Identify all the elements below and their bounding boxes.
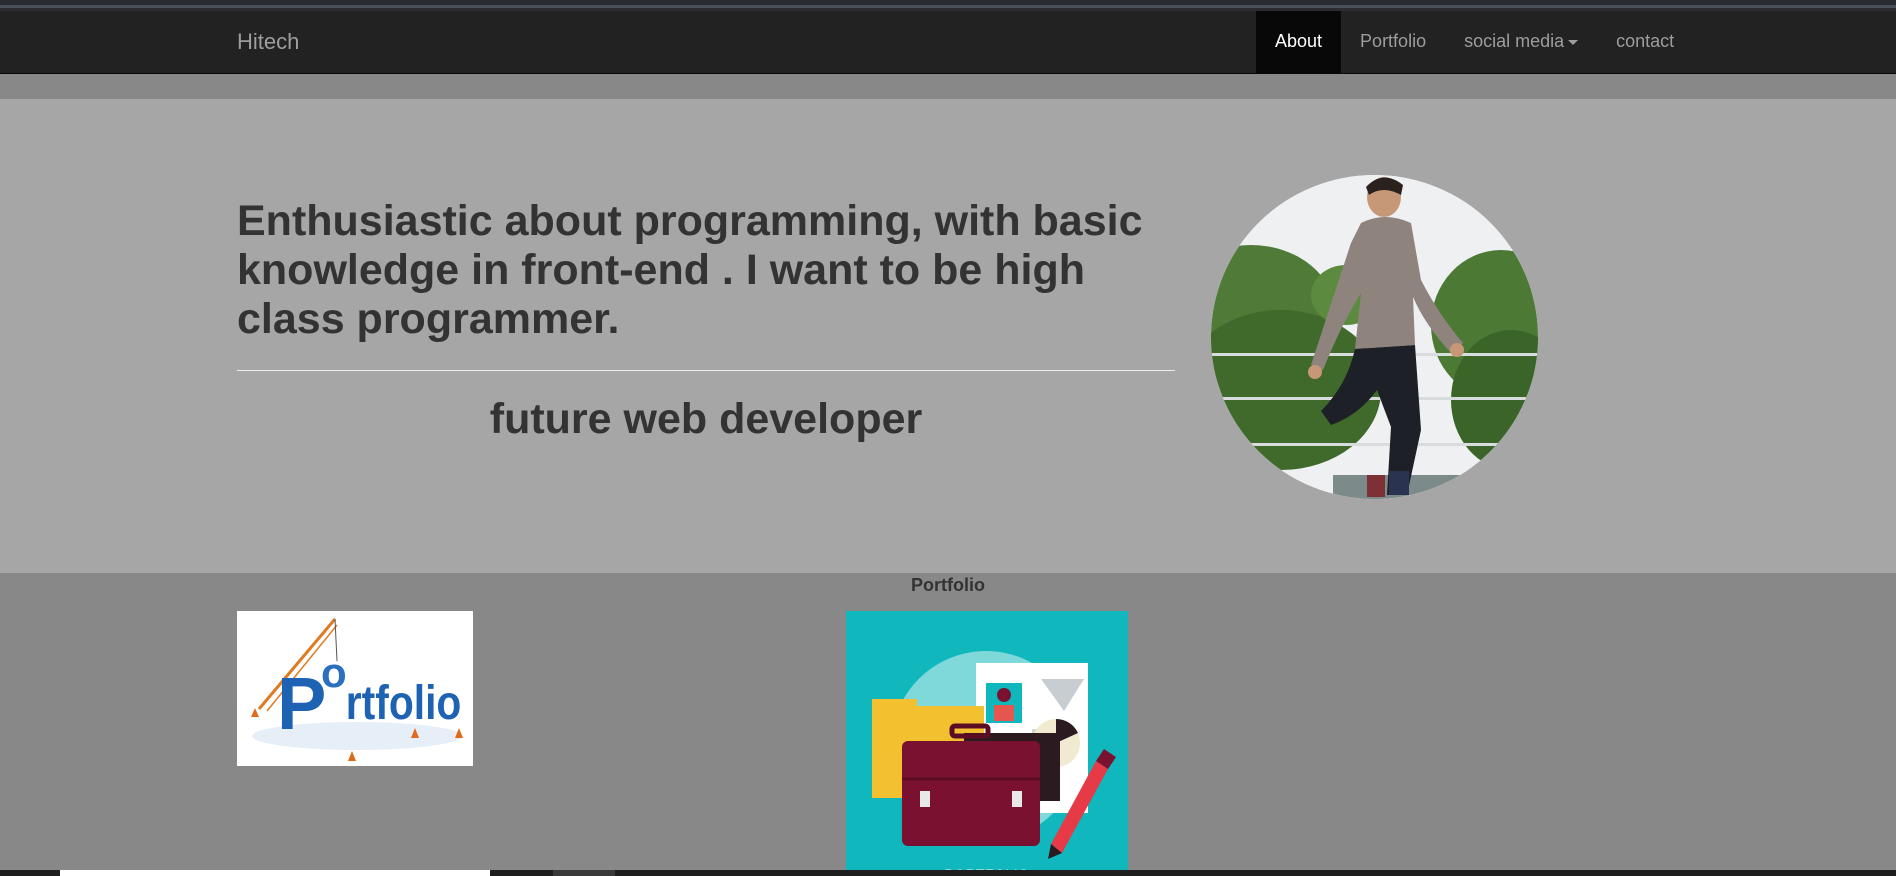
portfolio-heading: Portfolio — [911, 575, 985, 595]
taskbar-tab[interactable] — [553, 870, 615, 876]
nav-item-portfolio[interactable]: Portfolio — [1341, 11, 1445, 73]
navbar: Hitech About Portfolio social media cont… — [0, 11, 1896, 74]
hero-divider — [237, 370, 1175, 371]
hero-headline: Enthusiastic about programming, with bas… — [237, 197, 1143, 343]
hero-section: Enthusiastic about programming, with bas… — [0, 99, 1896, 573]
caret-down-icon — [1568, 39, 1579, 45]
portfolio-image-2[interactable]: PORTFOLIO — [846, 611, 1128, 876]
svg-text:o: o — [321, 649, 347, 696]
navbar-brand[interactable]: Hitech — [237, 11, 299, 73]
nav-item-social-media[interactable]: social media — [1445, 11, 1597, 73]
portfolio-image-1[interactable]: P o rtfolio — [237, 611, 473, 766]
nav-item-contact[interactable]: contact — [1597, 11, 1693, 73]
svg-text:P: P — [277, 662, 326, 745]
nav-item-about[interactable]: About — [1256, 11, 1342, 73]
browser-top-bar — [0, 0, 1896, 11]
taskbar-tab[interactable] — [60, 870, 490, 876]
profile-photo — [1211, 175, 1538, 499]
svg-text:rtfolio: rtfolio — [346, 677, 462, 730]
nav-item-social-media-label: social media — [1464, 31, 1565, 51]
hero-subtitle: future web developer — [489, 395, 923, 443]
nav-menu: About Portfolio social media contact — [1256, 11, 1693, 73]
